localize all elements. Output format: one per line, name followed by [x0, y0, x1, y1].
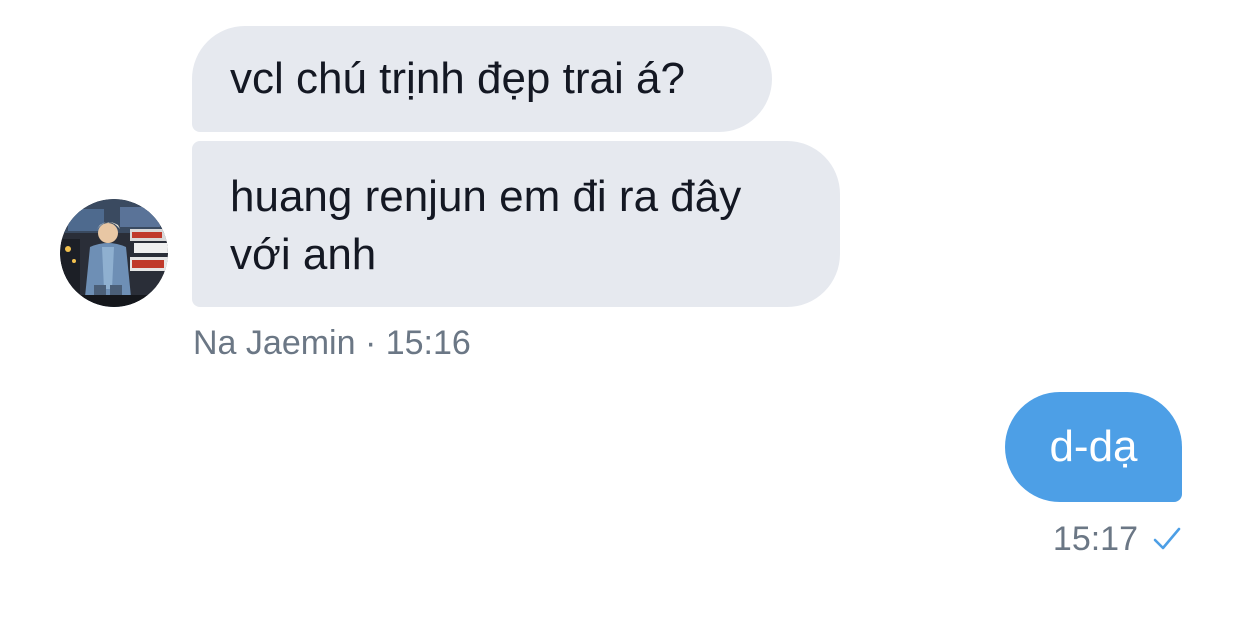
sent-check-icon — [1153, 527, 1181, 550]
message-time: 15:17 — [1052, 520, 1138, 558]
user-avatar-photo-icon — [60, 199, 168, 307]
message-text: vcl chú trịnh đẹp trai á? — [230, 54, 685, 103]
sender-avatar[interactable] — [60, 199, 168, 307]
outgoing-message-bubble[interactable]: d-dạ — [1005, 392, 1182, 502]
message-text-line: huang renjun em đi ra đây — [230, 172, 742, 221]
incoming-message-meta: Na Jaemin · 15:16 — [193, 324, 471, 362]
incoming-message-bubble[interactable]: huang renjun em đi ra đây với anh — [192, 141, 840, 307]
message-text: d-dạ — [1049, 422, 1138, 471]
incoming-message-bubble[interactable]: vcl chú trịnh đẹp trai á? — [192, 26, 772, 132]
message-text-line: với anh — [230, 230, 377, 279]
outgoing-message-meta: 15:17 — [1053, 518, 1182, 560]
